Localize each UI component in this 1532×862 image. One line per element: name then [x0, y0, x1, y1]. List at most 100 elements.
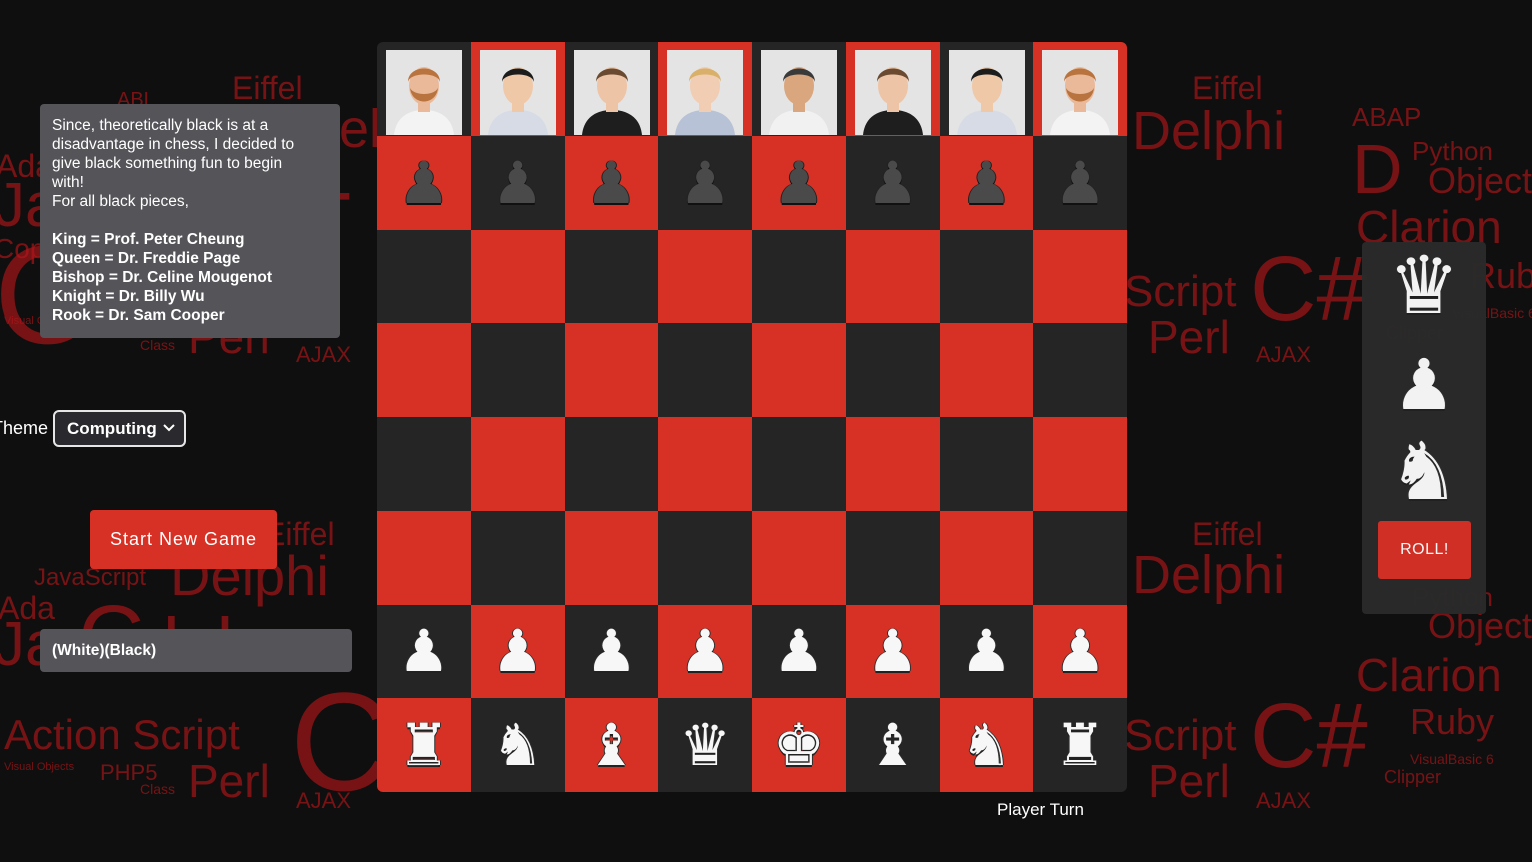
black-pawn-piece[interactable]: ♟ [398, 154, 450, 212]
square-a2[interactable]: ♟ [377, 604, 471, 699]
square-f7[interactable]: ♟ [845, 135, 940, 230]
white-pawn-piece[interactable]: ♟ [867, 622, 919, 680]
square-a7[interactable]: ♟ [377, 135, 471, 230]
square-d7[interactable]: ♟ [658, 135, 752, 230]
square-d4[interactable] [658, 417, 752, 511]
square-f6[interactable] [845, 229, 940, 324]
queen-portrait-piece[interactable] [667, 50, 744, 135]
black-pawn-piece[interactable]: ♟ [492, 154, 544, 212]
square-d5[interactable] [658, 323, 752, 417]
white-rook-piece[interactable]: ♜ [1054, 716, 1106, 774]
square-d2[interactable]: ♟ [658, 604, 752, 699]
square-g8[interactable] [939, 42, 1034, 136]
square-b5[interactable] [470, 323, 565, 417]
square-g7[interactable]: ♟ [939, 135, 1034, 230]
square-b6[interactable] [470, 229, 565, 324]
black-pawn-piece[interactable]: ♟ [679, 154, 731, 212]
theme-select[interactable]: Computing [53, 410, 187, 447]
square-a5[interactable] [377, 323, 471, 417]
white-bishop-piece[interactable]: ♝ [585, 716, 637, 774]
black-pawn-piece[interactable]: ♟ [585, 154, 637, 212]
square-d3[interactable] [658, 510, 752, 605]
queen-option-icon[interactable]: ♛ [1362, 246, 1486, 326]
square-c8[interactable] [564, 42, 659, 136]
knight-option-icon[interactable]: ♞ [1362, 432, 1486, 512]
square-h1[interactable]: ♜ [1033, 698, 1127, 792]
white-pawn-piece[interactable]: ♟ [773, 622, 825, 680]
square-h2[interactable]: ♟ [1033, 604, 1127, 699]
square-c5[interactable] [564, 323, 659, 417]
white-pawn-piece[interactable]: ♟ [960, 622, 1012, 680]
white-pawn-piece[interactable]: ♟ [679, 622, 731, 680]
square-f1[interactable]: ♝ [845, 698, 940, 792]
white-knight-piece[interactable]: ♞ [960, 716, 1012, 774]
black-pawn-piece[interactable]: ♟ [867, 154, 919, 212]
white-bishop-piece[interactable]: ♝ [867, 716, 919, 774]
start-new-game-button[interactable]: Start New Game [90, 510, 277, 569]
square-h5[interactable] [1033, 323, 1127, 417]
square-c2[interactable]: ♟ [564, 604, 659, 699]
knight-portrait-piece[interactable] [479, 50, 556, 135]
square-f2[interactable]: ♟ [845, 604, 940, 699]
black-pawn-piece[interactable]: ♟ [773, 154, 825, 212]
square-g3[interactable] [939, 510, 1034, 605]
square-c1[interactable]: ♝ [564, 698, 659, 792]
white-pawn-piece[interactable]: ♟ [585, 622, 637, 680]
square-f3[interactable] [845, 510, 940, 605]
square-c7[interactable]: ♟ [564, 135, 659, 230]
square-e8[interactable] [752, 42, 846, 136]
bishop-portrait-piece[interactable] [573, 50, 650, 135]
square-a1[interactable]: ♜ [377, 698, 471, 792]
white-rook-piece[interactable]: ♜ [398, 716, 450, 774]
square-c4[interactable] [564, 417, 659, 511]
square-g6[interactable] [939, 229, 1034, 324]
square-e7[interactable]: ♟ [752, 135, 846, 230]
square-g5[interactable] [939, 323, 1034, 417]
square-a6[interactable] [377, 229, 471, 324]
square-e5[interactable] [752, 323, 846, 417]
rook-portrait-piece[interactable] [1042, 50, 1119, 135]
square-h7[interactable]: ♟ [1033, 135, 1127, 230]
square-e3[interactable] [752, 510, 846, 605]
square-a8[interactable] [377, 42, 471, 136]
square-h6[interactable] [1033, 229, 1127, 324]
knight-portrait-piece[interactable] [948, 50, 1025, 135]
square-d1[interactable]: ♛ [658, 698, 752, 792]
black-pawn-piece[interactable]: ♟ [1054, 154, 1106, 212]
square-b2[interactable]: ♟ [470, 604, 565, 699]
square-a3[interactable] [377, 510, 471, 605]
square-h3[interactable] [1033, 510, 1127, 605]
square-a4[interactable] [377, 417, 471, 511]
square-f4[interactable] [845, 417, 940, 511]
square-h4[interactable] [1033, 417, 1127, 511]
square-e1[interactable]: ♚ [752, 698, 846, 792]
roll-button[interactable]: ROLL! [1378, 521, 1471, 579]
square-f8[interactable] [845, 42, 940, 136]
square-f5[interactable] [845, 323, 940, 417]
square-b1[interactable]: ♞ [470, 698, 565, 792]
pawn-option-icon[interactable]: ♟ [1362, 350, 1486, 420]
white-knight-piece[interactable]: ♞ [492, 716, 544, 774]
square-d8[interactable] [658, 42, 752, 136]
rook-portrait-piece[interactable] [386, 50, 462, 135]
square-g4[interactable] [939, 417, 1034, 511]
square-e4[interactable] [752, 417, 846, 511]
square-g1[interactable]: ♞ [939, 698, 1034, 792]
square-e6[interactable] [752, 229, 846, 324]
white-pawn-piece[interactable]: ♟ [1054, 622, 1106, 680]
white-queen-piece[interactable]: ♛ [679, 716, 731, 774]
square-d6[interactable] [658, 229, 752, 324]
square-c3[interactable] [564, 510, 659, 605]
square-c6[interactable] [564, 229, 659, 324]
white-pawn-piece[interactable]: ♟ [398, 622, 450, 680]
square-g2[interactable]: ♟ [939, 604, 1034, 699]
white-pawn-piece[interactable]: ♟ [492, 622, 544, 680]
square-e2[interactable]: ♟ [752, 604, 846, 699]
square-b8[interactable] [470, 42, 565, 136]
square-h8[interactable] [1033, 42, 1127, 136]
square-b7[interactable]: ♟ [470, 135, 565, 230]
square-b4[interactable] [470, 417, 565, 511]
black-pawn-piece[interactable]: ♟ [960, 154, 1012, 212]
bishop-portrait-piece[interactable] [854, 50, 931, 135]
king-portrait-piece[interactable] [761, 50, 837, 135]
